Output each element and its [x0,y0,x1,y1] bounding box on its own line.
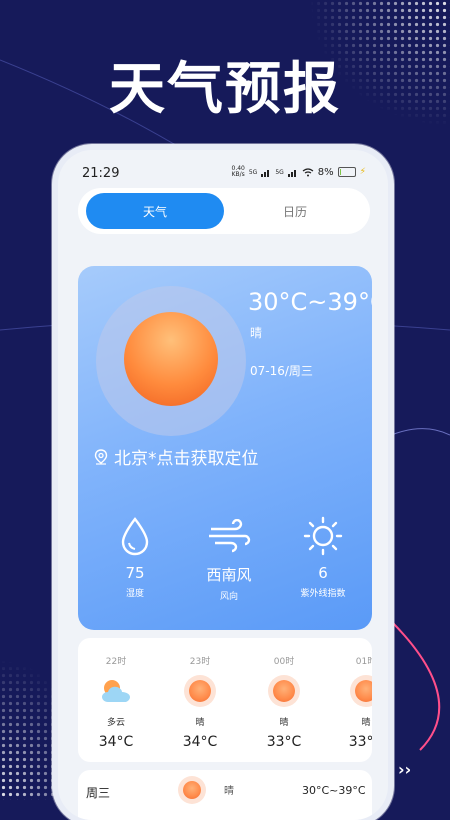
hourly-item: 22时 多云 34°C [84,638,148,750]
wind-metric: 西南风 风向 [184,516,274,602]
hourly-condition: 多云 [106,718,125,728]
partly-cloudy-icon [84,671,148,711]
wind-direction-value: 西南风 [206,566,252,584]
battery-percent: 8% [317,166,334,178]
promo-title: 天气预报 [109,57,341,122]
uv-index-value: 6 [318,564,328,582]
humidity-metric: 75 湿度 [90,516,180,599]
uv-metric: 6 紫外线指数 [278,516,368,599]
tab-weather[interactable]: 天气 [86,193,224,229]
hourly-temp: 34°C [182,734,218,750]
hourly-time: 00时 [273,657,295,667]
wind-icon [184,516,274,556]
tab-calendar[interactable]: 日历 [226,193,364,229]
hourly-item: 00时 晴 33°C [252,638,316,750]
uv-index-label: 紫外线指数 [300,589,346,599]
humidity-drop-icon [90,516,180,556]
weather-condition: 晴 [250,326,263,340]
location-text: 北京*点击获取定位 [114,449,259,469]
signal-icon [261,169,270,177]
status-indicators: 0.40 KB/s 5G 5G 8% ⚡ [232,166,367,178]
signal-2-label: 5G [275,168,284,176]
sun-uv-icon [278,516,368,556]
hourly-time: 22时 [105,657,127,667]
wind-direction-label: 风向 [219,592,238,602]
humidity-label: 湿度 [125,589,144,599]
phone-screen: 21:29 0.40 KB/s 5G 5G 8% ⚡ 天气 日历 30°C~39… [58,150,388,820]
daily-day: 周三 [86,786,111,800]
hourly-condition: 晴 [195,718,205,728]
sunny-icon [180,778,204,802]
hourly-time: 23时 [189,657,211,667]
weather-date: 07-16/周三 [250,364,313,378]
daily-forecast-card: 周三 晴 30°C~39°C [78,770,372,820]
sun-icon [124,312,218,406]
hourly-temp: 34°C [98,734,134,750]
hourly-condition: 晴 [279,718,289,728]
sunny-icon [334,671,372,711]
double-chevron-right-icon: ›› [398,760,412,779]
hourly-item: 01时 晴 33°C [334,638,372,750]
wifi-icon [302,167,314,176]
sunny-icon [168,671,232,711]
hourly-forecast-card: 22时 多云 34°C 23时 晴 34°C 00时 晴 33°C 01时 晴 … [78,638,372,762]
hourly-item: 23时 晴 34°C [168,638,232,750]
hourly-condition: 晴 [361,718,371,728]
location-pin-icon [94,448,108,465]
temperature-range: 30°C~39°C [248,288,372,316]
current-weather-card: 30°C~39°C 晴 07-16/周三 北京*点击获取定位 75 湿度 西南风… [78,266,372,630]
sunny-icon [252,671,316,711]
network-speed: 0.40 KB/s [231,165,245,178]
signal-1-label: 5G [248,168,258,176]
status-time: 21:29 [82,166,120,181]
battery-icon [337,167,356,177]
location-button[interactable]: 北京*点击获取定位 [94,444,259,469]
daily-temp-range: 30°C~39°C [302,784,366,797]
humidity-value: 75 [125,564,145,582]
daily-condition: 晴 [224,786,234,797]
signal-icon [287,169,296,177]
hourly-temp: 33°C [348,734,372,750]
tab-bar: 天气 日历 [78,188,370,234]
charging-icon: ⚡ [359,167,366,177]
hourly-temp: 33°C [266,734,302,750]
hourly-time: 01时 [355,657,372,667]
